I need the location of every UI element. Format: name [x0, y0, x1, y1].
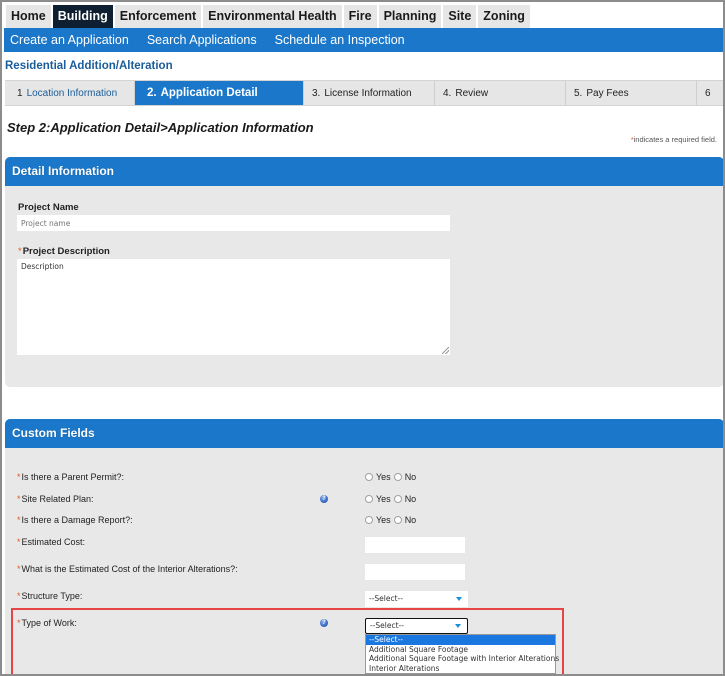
site-related-plan-no-radio[interactable]	[393, 495, 402, 503]
field-label-text: Structure Type:	[21, 591, 83, 601]
textarea-placeholder: Description	[21, 262, 64, 271]
step-label: Review	[455, 88, 489, 99]
radio-no-label: No	[404, 515, 417, 525]
chevron-down-icon	[455, 624, 461, 628]
damage-report-yes-radio[interactable]	[365, 516, 373, 524]
field-label-text: Estimated Cost:	[21, 537, 86, 547]
site-related-plan-radio-group: Yes No	[365, 494, 418, 504]
step-application-detail[interactable]: 2. Application Detail	[135, 81, 304, 105]
required-star: *	[17, 591, 21, 601]
dropdown-option-additional-square-footage[interactable]: Additional Square Footage	[366, 645, 555, 655]
radio-no-label: No	[404, 494, 417, 504]
select-value: --Select--	[370, 621, 404, 630]
site-related-plan-label: *Site Related Plan:	[17, 494, 94, 504]
parent-permit-yes-radio[interactable]	[365, 473, 373, 481]
resize-handle-icon[interactable]	[442, 347, 449, 354]
structure-type-label: *Structure Type:	[17, 591, 82, 601]
select-value: --Select--	[369, 594, 403, 603]
field-label-text: Is there a Damage Report?:	[21, 515, 133, 525]
radio-yes-label: Yes	[376, 515, 391, 525]
interior-alterations-cost-label: *What is the Estimated Cost of the Inter…	[17, 564, 238, 574]
parent-permit-radio-group: Yes No	[365, 472, 418, 482]
record-type-title: Residential Addition/Alteration	[5, 60, 173, 72]
required-star: *	[17, 515, 21, 525]
step-label: License Information	[324, 88, 412, 99]
chevron-down-icon	[456, 597, 462, 601]
search-applications-link[interactable]: Search Applications	[147, 33, 257, 47]
field-label-text: Is there a Parent Permit?:	[21, 472, 125, 482]
required-star: *	[17, 537, 21, 547]
step-label: Application Detail	[160, 87, 258, 99]
step-license-information[interactable]: 3. License Information	[304, 81, 435, 105]
create-application-link[interactable]: Create an Application	[10, 33, 129, 47]
module-tab-site[interactable]: Site	[443, 5, 477, 28]
estimated-cost-input[interactable]	[365, 537, 465, 553]
project-name-input[interactable]	[17, 215, 450, 231]
project-description-label: *Project Description	[18, 246, 110, 257]
step-number: 6	[705, 88, 711, 99]
parent-permit-label: *Is there a Parent Permit?:	[17, 472, 124, 482]
panel-title: Custom Fields	[5, 419, 723, 448]
field-label-text: Site Related Plan:	[21, 494, 94, 504]
damage-report-no-radio[interactable]	[393, 516, 402, 524]
module-tabs: Home Building Enforcement Environmental …	[6, 5, 530, 32]
step-progress-bar: 1 Location Information 2. Application Deta…	[5, 80, 723, 106]
step-number: 5.	[574, 88, 583, 99]
page-title: Step 2:Application Detail>Application In…	[7, 120, 314, 135]
panel-title: Detail Information	[5, 157, 723, 186]
required-star: *	[17, 494, 21, 504]
module-tab-fire[interactable]: Fire	[343, 5, 377, 28]
module-tab-building[interactable]: Building	[52, 5, 113, 32]
required-star: *	[17, 472, 21, 482]
step-number: 2.	[147, 87, 157, 99]
field-label-text: Type of Work:	[21, 618, 77, 628]
step-review[interactable]: 4. Review	[435, 81, 566, 105]
radio-no-label: No	[404, 472, 417, 482]
dropdown-option-select[interactable]: --Select--	[366, 635, 555, 645]
step-number: 1	[17, 88, 23, 99]
detail-information-panel: Detail Information Project Name *Project…	[5, 157, 723, 387]
radio-yes-label: Yes	[376, 494, 391, 504]
structure-type-select[interactable]: --Select--	[365, 591, 468, 607]
project-description-textarea[interactable]: Description	[17, 259, 450, 355]
step-location-information[interactable]: 1 Location Information	[5, 81, 135, 105]
type-of-work-select[interactable]: --Select--	[365, 618, 468, 634]
damage-report-label: *Is there a Damage Report?:	[17, 515, 133, 525]
dropdown-option-interior-alterations[interactable]: Interior Alterations	[366, 664, 555, 674]
parent-permit-no-radio[interactable]	[393, 473, 402, 481]
module-tab-zoning[interactable]: Zoning	[478, 5, 530, 28]
help-icon[interactable]: ?	[320, 619, 328, 627]
required-star: *	[17, 618, 21, 628]
required-note-text: indicates a required field.	[633, 135, 717, 144]
field-label-text: What is the Estimated Cost of the Interi…	[21, 564, 238, 574]
module-tab-enforcement[interactable]: Enforcement	[114, 5, 202, 28]
step-6[interactable]: 6	[697, 81, 723, 105]
help-icon[interactable]: ?	[320, 495, 328, 503]
step-label: Pay Fees	[586, 88, 629, 99]
type-of-work-label: *Type of Work:	[17, 618, 77, 628]
sub-navigation: Create an Application Search Application…	[4, 28, 723, 52]
required-star: *	[17, 564, 21, 574]
app-window: Home Building Enforcement Environmental …	[0, 0, 725, 676]
required-field-note: *indicates a required field.	[631, 135, 717, 144]
module-tab-home[interactable]: Home	[6, 5, 51, 28]
module-tab-planning[interactable]: Planning	[378, 5, 442, 28]
step-number: 3.	[312, 88, 321, 99]
dropdown-option-additional-square-footage-interior[interactable]: Additional Square Footage with Interior …	[366, 654, 559, 664]
site-related-plan-yes-radio[interactable]	[365, 495, 373, 503]
damage-report-radio-group: Yes No	[365, 515, 418, 525]
step-number: 4.	[443, 88, 452, 99]
interior-alterations-cost-input[interactable]	[365, 564, 465, 580]
radio-yes-label: Yes	[376, 472, 391, 482]
project-name-label: Project Name	[18, 202, 79, 213]
module-tab-environmental-health[interactable]: Environmental Health	[203, 5, 342, 28]
step-label: Location Information	[26, 88, 118, 99]
custom-fields-panel: Custom Fields *Is there a Parent Permit?…	[5, 419, 723, 674]
estimated-cost-label: *Estimated Cost:	[17, 537, 85, 547]
type-of-work-dropdown-list: --Select-- Additional Square Footage Add…	[365, 634, 559, 674]
project-description-label-text: Project Description	[22, 246, 110, 257]
schedule-inspection-link[interactable]: Schedule an Inspection	[275, 33, 405, 47]
step-pay-fees[interactable]: 5. Pay Fees	[566, 81, 697, 105]
required-star: *	[18, 246, 22, 257]
